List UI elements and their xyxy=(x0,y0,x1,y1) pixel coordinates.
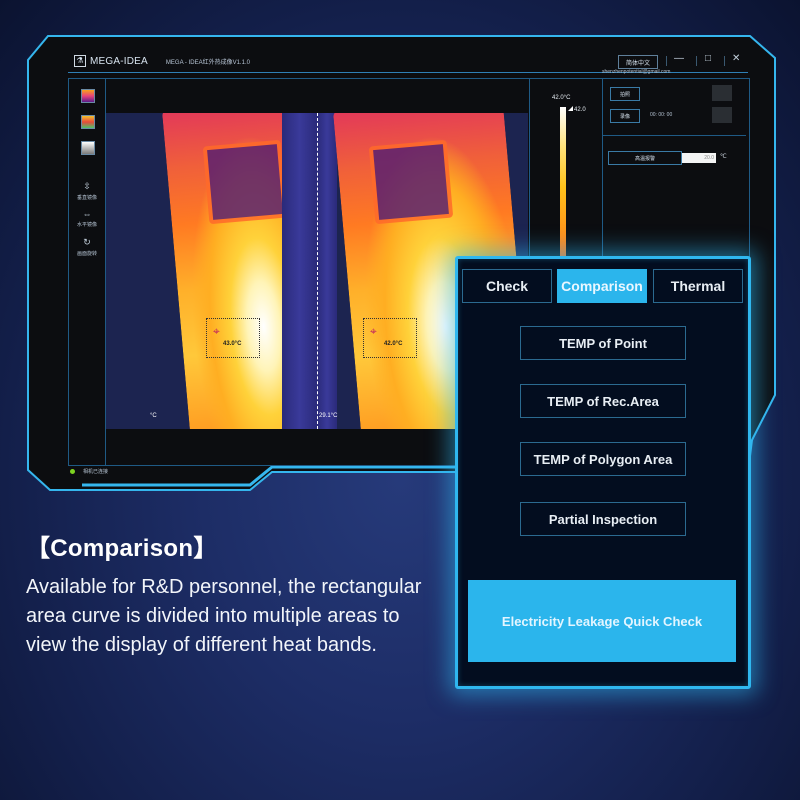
connection-status-text: 相机已连接 xyxy=(83,469,109,475)
partial-inspection-button[interactable]: Partial Inspection xyxy=(520,502,686,536)
temp-of-polygon-area-button[interactable]: TEMP of Polygon Area xyxy=(520,442,686,476)
crosshair-icon: ⌖ xyxy=(370,324,377,338)
rainbow-palette-button[interactable] xyxy=(81,115,95,129)
rotate-button[interactable]: ↻ 画面旋转 xyxy=(69,237,105,257)
close-button[interactable]: ✕ xyxy=(732,53,740,64)
rotate-label: 画面旋转 xyxy=(76,251,97,257)
horizontal-mirror-button[interactable]: ⇔ 水平镜像 xyxy=(69,209,105,228)
rotate-icon: ↻ xyxy=(83,237,91,247)
scale-marker-value: 42.0 xyxy=(574,107,586,113)
caption-body: Available for R&D personnel, the rectang… xyxy=(26,576,422,656)
separator xyxy=(724,56,725,66)
comparison-divider[interactable] xyxy=(317,113,318,429)
chip-region xyxy=(202,139,288,225)
separator xyxy=(696,56,697,66)
horizontal-mirror-label: 水平镜像 xyxy=(76,222,97,228)
high-temp-alarm-button[interactable]: 高温报警 xyxy=(608,151,682,165)
feature-panel: Check Comparison Thermal TEMP of Point T… xyxy=(455,256,751,689)
status-bar: 相机已连接 xyxy=(70,468,108,475)
temp-of-rec-area-button[interactable]: TEMP of Rec.Area xyxy=(520,384,686,418)
caption-title: 【Comparison】 xyxy=(26,535,218,562)
app-title: MEGA - IDEA红外热成像V1.1.0 xyxy=(165,59,250,66)
alarm-threshold-input[interactable] xyxy=(682,153,716,163)
separator xyxy=(666,56,667,66)
alarm-unit: ℃ xyxy=(720,154,727,160)
scale-max-label: 42.0°C xyxy=(552,95,571,101)
roi-rectangle-right[interactable]: ⌖ 42.0°C xyxy=(363,318,417,358)
record-preview xyxy=(712,107,732,123)
scale-marker-icon[interactable] xyxy=(568,106,573,111)
vertical-mirror-icon: ⇳ xyxy=(83,181,91,191)
tab-thermal[interactable]: Thermal xyxy=(653,269,743,303)
chip-region xyxy=(368,139,454,225)
connection-status-icon xyxy=(70,469,75,474)
photo-button[interactable]: 拍照 xyxy=(610,87,640,101)
language-button[interactable]: 简体中文 xyxy=(618,55,658,69)
crosshair-icon: ⌖ xyxy=(213,324,220,338)
scale-gradient-bar xyxy=(560,107,566,267)
vertical-mirror-button[interactable]: ⇳ 垂直镜像 xyxy=(69,181,105,201)
horizontal-mirror-icon: ⇔ xyxy=(82,209,92,219)
user-email: shenzhenpotential@gmail.com xyxy=(602,69,671,75)
iron-palette-button[interactable] xyxy=(81,89,95,103)
left-toolbar: ⇳ 垂直镜像 ⇔ 水平镜像 ↻ 画面旋转 xyxy=(69,79,106,465)
cold-gap xyxy=(282,113,317,429)
roi-temp-right: 42.0°C xyxy=(384,341,403,347)
tab-comparison[interactable]: Comparison xyxy=(557,269,647,303)
roi-rectangle-left[interactable]: ⌖ 43.0°C xyxy=(206,318,260,358)
feature-caption: 【Comparison】 Available for R&D personnel… xyxy=(26,528,426,660)
cold-gap xyxy=(317,113,337,429)
vertical-mirror-label: 垂直镜像 xyxy=(76,195,97,201)
tab-check[interactable]: Check xyxy=(462,269,552,303)
record-button[interactable]: 录像 xyxy=(610,109,640,123)
capture-section: 拍照 录像 00: 00: 00 xyxy=(602,81,746,136)
roi-temp-left: 43.0°C xyxy=(223,341,242,347)
thermal-image-left[interactable]: ⌖ 43.0°C °C xyxy=(106,113,317,429)
brand-name: MEGA-IDEA xyxy=(90,55,148,67)
min-temp-left: °C xyxy=(150,413,157,419)
grayscale-palette-button[interactable] xyxy=(81,141,95,155)
electricity-leakage-quick-check-button[interactable]: Electricity Leakage Quick Check xyxy=(468,580,736,662)
record-time: 00: 00: 00 xyxy=(650,112,673,118)
min-temp-right: 29.1°C xyxy=(319,413,338,419)
photo-preview xyxy=(712,85,732,101)
maximize-button[interactable]: □ xyxy=(705,53,711,64)
logo-icon: ⚗ xyxy=(74,55,86,67)
minimize-button[interactable]: — xyxy=(674,53,684,64)
temp-of-point-button[interactable]: TEMP of Point xyxy=(520,326,686,360)
